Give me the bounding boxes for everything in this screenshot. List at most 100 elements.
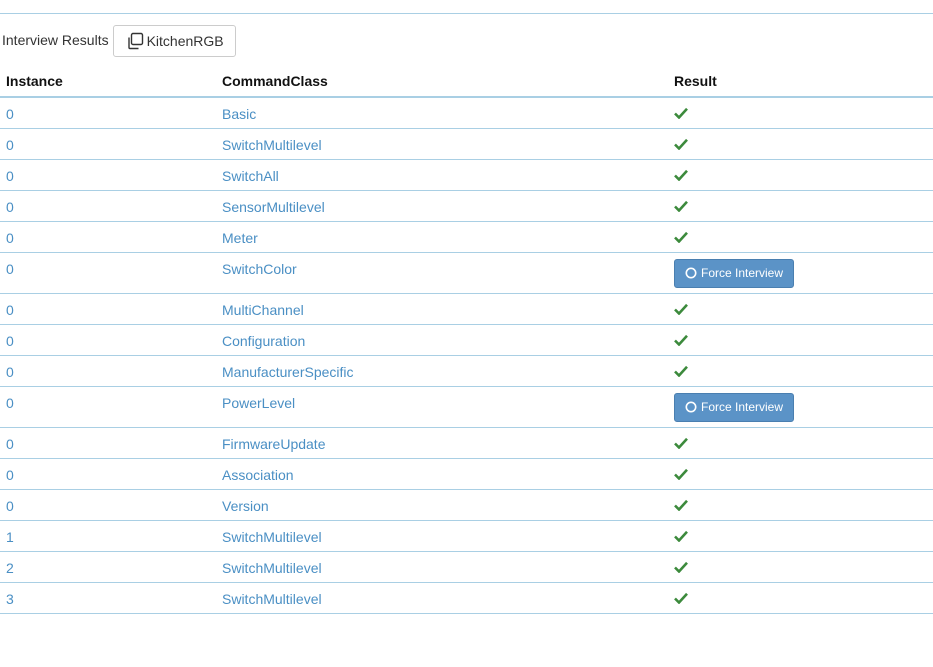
check-icon: [674, 169, 688, 181]
commandclass-link[interactable]: Association: [222, 467, 294, 483]
commandclass-link[interactable]: Meter: [222, 230, 258, 246]
instance-link[interactable]: 0: [6, 333, 14, 349]
table-row: 0 PowerLevel Force Interview: [0, 386, 933, 428]
result-cell: [668, 489, 933, 521]
result-cell: [668, 355, 933, 387]
commandclass-link[interactable]: SwitchColor: [222, 261, 297, 277]
instance-cell: 0: [0, 489, 216, 521]
check-icon: [674, 437, 688, 449]
commandclass-link[interactable]: SwitchMultilevel: [222, 560, 322, 576]
instance-link[interactable]: 0: [6, 302, 14, 318]
result-cell: [668, 324, 933, 356]
instance-link[interactable]: 0: [6, 395, 14, 411]
commandclass-cell: Configuration: [216, 324, 668, 356]
table-row: 0 Basic: [0, 97, 933, 129]
instance-link[interactable]: 0: [6, 168, 14, 184]
column-header-instance: Instance: [0, 66, 216, 98]
result-cell: [668, 221, 933, 253]
result-cell: [668, 128, 933, 160]
instance-link[interactable]: 2: [6, 560, 14, 576]
commandclass-link[interactable]: SwitchMultilevel: [222, 137, 322, 153]
instance-link[interactable]: 0: [6, 199, 14, 215]
check-icon: [674, 334, 688, 346]
check-icon: [674, 365, 688, 377]
instance-cell: 0: [0, 293, 216, 325]
page-title: Interview Results: [2, 32, 109, 48]
table-body: 0 Basic 0 SwitchMultilevel 0 SwitchAll 0 Sensor…: [0, 97, 933, 614]
instance-cell: 1: [0, 520, 216, 552]
force-interview-button[interactable]: Force Interview: [674, 258, 795, 288]
result-cell: [668, 97, 933, 129]
result-cell: [668, 159, 933, 191]
interview-header: Interview Results KitchenRGB: [2, 24, 236, 58]
check-icon: [674, 499, 688, 511]
commandclass-cell: Basic: [216, 97, 668, 129]
commandclass-cell: SensorMultilevel: [216, 190, 668, 222]
table-row: 0 Version: [0, 489, 933, 521]
commandclass-link[interactable]: FirmwareUpdate: [222, 436, 325, 452]
interview-results-table: Instance CommandClass Result 0 Basic 0 Swit…: [0, 66, 933, 614]
check-icon: [674, 303, 688, 315]
check-icon: [674, 561, 688, 573]
commandclass-cell: Version: [216, 489, 668, 521]
result-cell: Force Interview: [668, 386, 933, 428]
commandclass-link[interactable]: SwitchMultilevel: [222, 591, 322, 607]
table-row: 0 Meter: [0, 221, 933, 253]
instance-link[interactable]: 0: [6, 230, 14, 246]
copy-icon: [127, 32, 143, 50]
table-row: 0 FirmwareUpdate: [0, 427, 933, 459]
instance-link[interactable]: 1: [6, 529, 14, 545]
instance-cell: 0: [0, 252, 216, 294]
check-icon: [674, 592, 688, 604]
node-name-label: KitchenRGB: [146, 33, 224, 49]
column-header-commandclass: CommandClass: [216, 66, 668, 98]
commandclass-cell: SwitchColor: [216, 252, 668, 294]
force-interview-label: Force Interview: [701, 266, 784, 280]
commandclass-link[interactable]: Basic: [222, 106, 256, 122]
instance-link[interactable]: 3: [6, 591, 14, 607]
node-name-button[interactable]: KitchenRGB: [112, 25, 236, 57]
instance-cell: 0: [0, 128, 216, 160]
commandclass-link[interactable]: PowerLevel: [222, 395, 295, 411]
commandclass-link[interactable]: SensorMultilevel: [222, 199, 325, 215]
commandclass-cell: Association: [216, 458, 668, 490]
result-cell: [668, 582, 933, 614]
instance-link[interactable]: 0: [6, 261, 14, 277]
instance-cell: 2: [0, 551, 216, 583]
table-row: 1 SwitchMultilevel: [0, 520, 933, 552]
table-row: 0 Association: [0, 458, 933, 490]
instance-cell: 0: [0, 458, 216, 490]
instance-link[interactable]: 0: [6, 364, 14, 380]
commandclass-link[interactable]: SwitchAll: [222, 168, 279, 184]
result-cell: [668, 190, 933, 222]
force-interview-button[interactable]: Force Interview: [674, 392, 795, 422]
commandclass-link[interactable]: Version: [222, 498, 269, 514]
check-icon: [674, 231, 688, 243]
commandclass-link[interactable]: SwitchMultilevel: [222, 529, 322, 545]
check-icon: [674, 468, 688, 480]
table-row: 2 SwitchMultilevel: [0, 551, 933, 583]
table-row: 0 MultiChannel: [0, 293, 933, 325]
instance-link[interactable]: 0: [6, 467, 14, 483]
instance-cell: 0: [0, 427, 216, 459]
instance-link[interactable]: 0: [6, 436, 14, 452]
table-row: 0 ManufacturerSpecific: [0, 355, 933, 387]
instance-link[interactable]: 0: [6, 137, 14, 153]
commandclass-cell: SwitchAll: [216, 159, 668, 191]
instance-link[interactable]: 0: [6, 106, 14, 122]
commandclass-link[interactable]: MultiChannel: [222, 302, 304, 318]
instance-cell: 0: [0, 190, 216, 222]
instance-link[interactable]: 0: [6, 498, 14, 514]
commandclass-cell: MultiChannel: [216, 293, 668, 325]
commandclass-cell: SwitchMultilevel: [216, 128, 668, 160]
commandclass-link[interactable]: Configuration: [222, 333, 305, 349]
instance-cell: 0: [0, 159, 216, 191]
commandclass-cell: Meter: [216, 221, 668, 253]
table-row: 0 SwitchColor Force Interview: [0, 252, 933, 294]
instance-cell: 0: [0, 221, 216, 253]
result-cell: Force Interview: [668, 252, 933, 294]
force-interview-label: Force Interview: [701, 400, 784, 414]
result-cell: [668, 293, 933, 325]
commandclass-link[interactable]: ManufacturerSpecific: [222, 364, 354, 380]
commandclass-cell: FirmwareUpdate: [216, 427, 668, 459]
